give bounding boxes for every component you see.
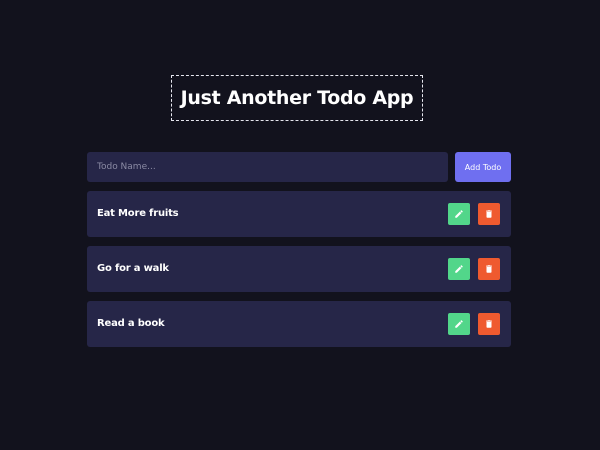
page-title: Just Another Todo App <box>180 87 414 109</box>
trash-icon <box>486 210 492 218</box>
pencil-icon <box>455 265 463 273</box>
todo-text: Eat More fruits <box>97 208 179 219</box>
delete-button[interactable] <box>478 313 500 335</box>
edit-button[interactable] <box>448 313 470 335</box>
delete-button[interactable] <box>478 258 500 280</box>
todo-text: Read a book <box>97 318 165 329</box>
title-box: Just Another Todo App <box>171 75 423 121</box>
trash-icon <box>486 265 492 273</box>
todo-item: Eat More fruits <box>87 191 511 237</box>
todo-name-input[interactable] <box>87 152 448 182</box>
edit-button[interactable] <box>448 258 470 280</box>
todo-text: Go for a walk <box>97 263 169 274</box>
add-todo-button[interactable]: Add Todo <box>455 152 511 182</box>
delete-button[interactable] <box>478 203 500 225</box>
pencil-icon <box>455 320 463 328</box>
add-todo-form: Add Todo <box>87 152 511 182</box>
todo-app: Just Another Todo App Add Todo Eat More … <box>0 0 600 450</box>
trash-icon <box>486 320 492 328</box>
todo-item: Read a book <box>87 301 511 347</box>
todo-item: Go for a walk <box>87 246 511 292</box>
todo-list: Eat More fruits Go for a walk Read a boo… <box>87 191 511 356</box>
pencil-icon <box>455 210 463 218</box>
edit-button[interactable] <box>448 203 470 225</box>
